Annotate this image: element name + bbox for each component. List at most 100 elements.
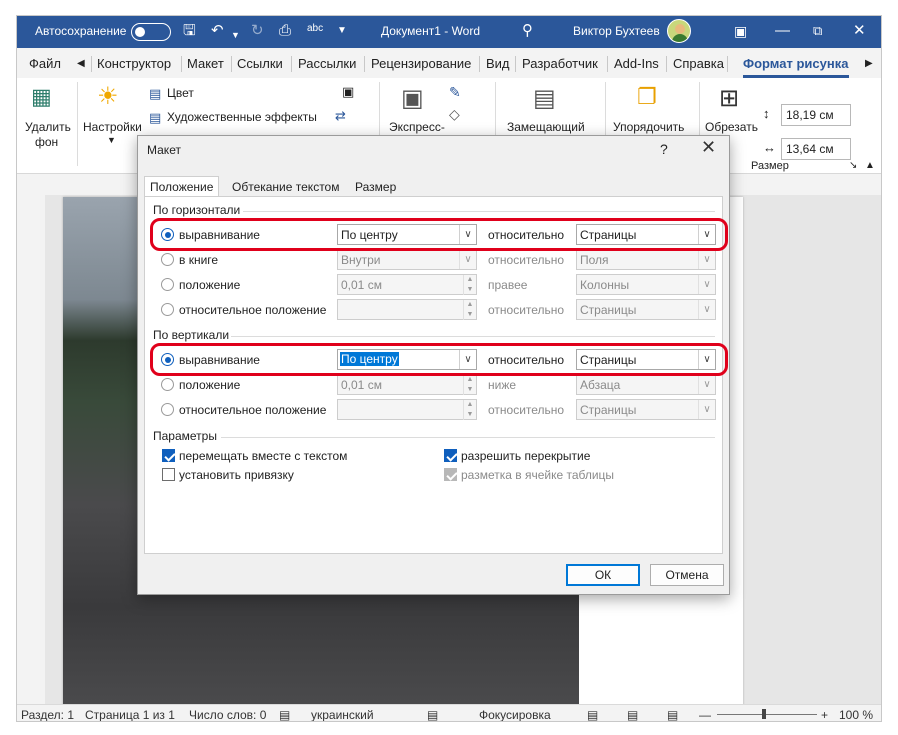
- tab-developer[interactable]: Разработчик: [522, 56, 598, 71]
- read-mode-icon[interactable]: ▤: [587, 708, 598, 721]
- minimize-icon[interactable]: —: [775, 22, 790, 40]
- remove-background-label-2[interactable]: фон: [35, 135, 58, 149]
- undo-dropdown-icon[interactable]: ▼: [231, 26, 240, 44]
- tab-position[interactable]: Положение: [144, 176, 220, 197]
- zoom-in-icon[interactable]: +: [821, 708, 828, 721]
- tab-file[interactable]: Файл: [29, 56, 61, 71]
- corrections-icon[interactable]: ☀: [97, 82, 119, 111]
- remove-background-label[interactable]: Удалить: [25, 120, 71, 134]
- tab-addins[interactable]: Add-Ins: [614, 56, 659, 71]
- vertical-relative-label[interactable]: относительное положение: [179, 403, 326, 417]
- tab-design[interactable]: Конструктор: [97, 56, 171, 71]
- horizontal-absolute-radio[interactable]: [161, 278, 174, 291]
- size-dialog-launcher-icon[interactable]: ↘: [849, 160, 857, 171]
- allow-overlap-label[interactable]: разрешить перекрытие: [461, 449, 590, 463]
- search-icon[interactable]: ⚲: [522, 22, 533, 40]
- artistic-effects-button[interactable]: Художественные эффекты: [167, 110, 317, 124]
- tab-layout[interactable]: Макет: [187, 56, 224, 71]
- zoom-slider-thumb[interactable]: [762, 709, 766, 719]
- picture-effects-icon[interactable]: ◇: [449, 106, 460, 123]
- picture-border-icon[interactable]: ✎: [449, 84, 461, 101]
- move-with-text-label[interactable]: перемещать вместе с текстом: [179, 449, 347, 463]
- alt-text-label[interactable]: Замещающий: [507, 120, 585, 134]
- vertical-absolute-radio[interactable]: [161, 378, 174, 391]
- compress-pictures-icon[interactable]: ▣: [342, 84, 354, 100]
- tab-review[interactable]: Рецензирование: [371, 56, 471, 71]
- remove-background-icon[interactable]: ▦: [31, 84, 52, 110]
- book-layout-label[interactable]: в книге: [179, 253, 218, 267]
- layout-dialog: Макет ? ✕ Положение Обтекание текстом Ра…: [137, 135, 730, 595]
- status-page[interactable]: Страница 1 из 1: [85, 708, 175, 721]
- text-predictions-icon[interactable]: ▤: [427, 708, 438, 721]
- help-icon[interactable]: ?: [660, 141, 668, 157]
- cancel-button[interactable]: Отмена: [650, 564, 724, 586]
- move-with-text-checkbox[interactable]: [162, 449, 175, 462]
- tab-scroll-right-icon[interactable]: ▶: [865, 58, 873, 69]
- horizontal-absolute-input: 0,01 см ▲ ▼: [337, 274, 477, 295]
- proofing-icon[interactable]: ▤: [279, 708, 290, 721]
- horizontal-absolute-label[interactable]: положение: [179, 278, 240, 292]
- alt-text-icon[interactable]: ▤: [533, 84, 556, 113]
- zoom-out-icon[interactable]: —: [699, 708, 711, 721]
- save-icon[interactable]: 🖫: [183, 22, 196, 40]
- quick-styles-icon[interactable]: ▣: [401, 84, 424, 113]
- book-layout-relative-select: Поля ∨: [576, 249, 716, 270]
- change-picture-icon[interactable]: ⇄: [335, 108, 346, 124]
- close-icon[interactable]: ✕: [701, 137, 716, 158]
- allow-overlap-checkbox[interactable]: [444, 449, 457, 462]
- spelling-icon[interactable]: abc: [307, 20, 323, 38]
- crop-label[interactable]: Обрезать: [705, 120, 758, 134]
- horizontal-relative-radio[interactable]: [161, 303, 174, 316]
- undo-icon[interactable]: ↶: [211, 22, 224, 40]
- user-name[interactable]: Виктор Бухтеев: [573, 24, 660, 38]
- width-input[interactable]: 13,64 см: [781, 138, 851, 160]
- customize-qat-icon[interactable]: ▼: [337, 22, 347, 40]
- status-section[interactable]: Раздел: 1: [21, 708, 74, 721]
- size-group-label: Размер: [751, 160, 789, 172]
- tab-size[interactable]: Размер: [349, 176, 402, 196]
- color-button[interactable]: Цвет: [167, 86, 194, 100]
- print-layout-icon[interactable]: ▤: [627, 708, 638, 721]
- horizontal-relative-label[interactable]: относительное положение: [179, 303, 326, 317]
- tab-picture-format[interactable]: Формат рисунка: [743, 56, 848, 71]
- height-input[interactable]: 18,19 см: [781, 104, 851, 126]
- tab-help[interactable]: Справка: [673, 56, 724, 71]
- tab-separator: [727, 56, 728, 72]
- arrange-label[interactable]: Упорядочить: [613, 120, 684, 134]
- user-avatar[interactable]: [667, 19, 691, 43]
- collapse-ribbon-icon[interactable]: ▲: [865, 160, 875, 171]
- tab-mailings[interactable]: Рассылки: [298, 56, 356, 71]
- book-layout-radio[interactable]: [161, 253, 174, 266]
- corrections-dropdown-icon[interactable]: ▼: [107, 135, 116, 145]
- status-words[interactable]: Число слов: 0: [189, 708, 266, 721]
- restore-icon[interactable]: ⧉: [813, 22, 822, 40]
- vertical-section-header: По вертикали: [153, 328, 230, 342]
- quick-styles-label[interactable]: Экспресс-: [389, 120, 445, 134]
- vertical-absolute-label[interactable]: положение: [179, 378, 240, 392]
- print-preview-icon[interactable]: ⎙: [279, 22, 291, 40]
- tab-text-wrapping[interactable]: Обтекание текстом: [226, 176, 345, 196]
- lock-anchor-checkbox[interactable]: [162, 468, 175, 481]
- ok-button[interactable]: ОК: [566, 564, 640, 586]
- web-layout-icon[interactable]: ▤: [667, 708, 678, 721]
- zoom-slider[interactable]: [717, 714, 817, 715]
- status-focus[interactable]: Фокусировка: [479, 708, 551, 721]
- arrange-icon[interactable]: ❐: [637, 84, 657, 110]
- color-icon[interactable]: ▤: [149, 86, 161, 102]
- lock-anchor-label[interactable]: установить привязку: [179, 468, 294, 482]
- vertical-ruler[interactable]: [17, 195, 45, 710]
- autosave-toggle[interactable]: [131, 23, 171, 41]
- tab-view[interactable]: Вид: [486, 56, 510, 71]
- corrections-label[interactable]: Настройки: [83, 120, 142, 134]
- chevron-down-icon: ∨: [698, 250, 715, 269]
- status-zoom[interactable]: 100 %: [839, 708, 873, 721]
- vertical-relative-radio[interactable]: [161, 403, 174, 416]
- status-language[interactable]: украинский: [311, 708, 374, 721]
- ribbon-display-icon[interactable]: ▣: [734, 22, 747, 40]
- crop-icon[interactable]: ⊞: [719, 84, 739, 113]
- close-window-icon[interactable]: ✕: [853, 22, 866, 40]
- spin-down-icon: ▼: [463, 285, 476, 295]
- tab-scroll-left-icon[interactable]: ◀: [77, 58, 85, 69]
- artistic-effects-icon[interactable]: ▤: [149, 110, 161, 126]
- tab-references[interactable]: Ссылки: [237, 56, 283, 71]
